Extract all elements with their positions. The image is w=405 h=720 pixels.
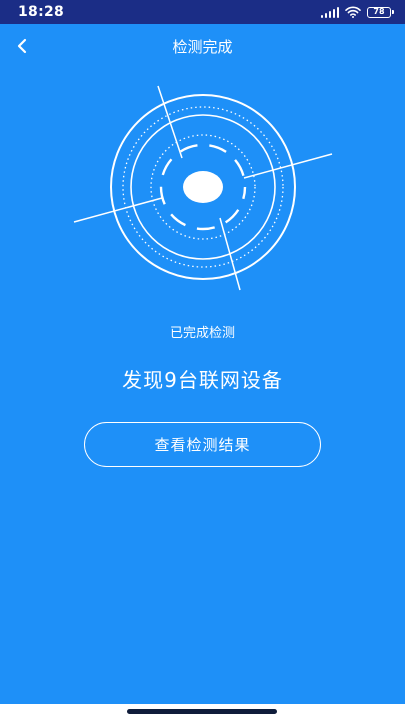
battery-level: 78 [373, 7, 385, 16]
status-icons: 78 [320, 4, 394, 20]
device-count-text: 发现9台联网设备 [122, 368, 283, 392]
page-title: 检测完成 [172, 38, 233, 56]
status-time: 18:28 [18, 4, 65, 20]
view-result-button[interactable]: 查看检测结果 [84, 422, 321, 467]
wifi-icon [345, 6, 361, 18]
home-indicator[interactable] [127, 709, 277, 714]
radar-scan-icon [73, 85, 333, 291]
signal-icon [320, 6, 339, 18]
title-bar: 检测完成 [0, 24, 405, 68]
status-bar: 18:28 78 [0, 0, 405, 24]
battery-icon: 78 [367, 6, 394, 18]
scan-status-text: 已完成检测 [169, 326, 235, 341]
